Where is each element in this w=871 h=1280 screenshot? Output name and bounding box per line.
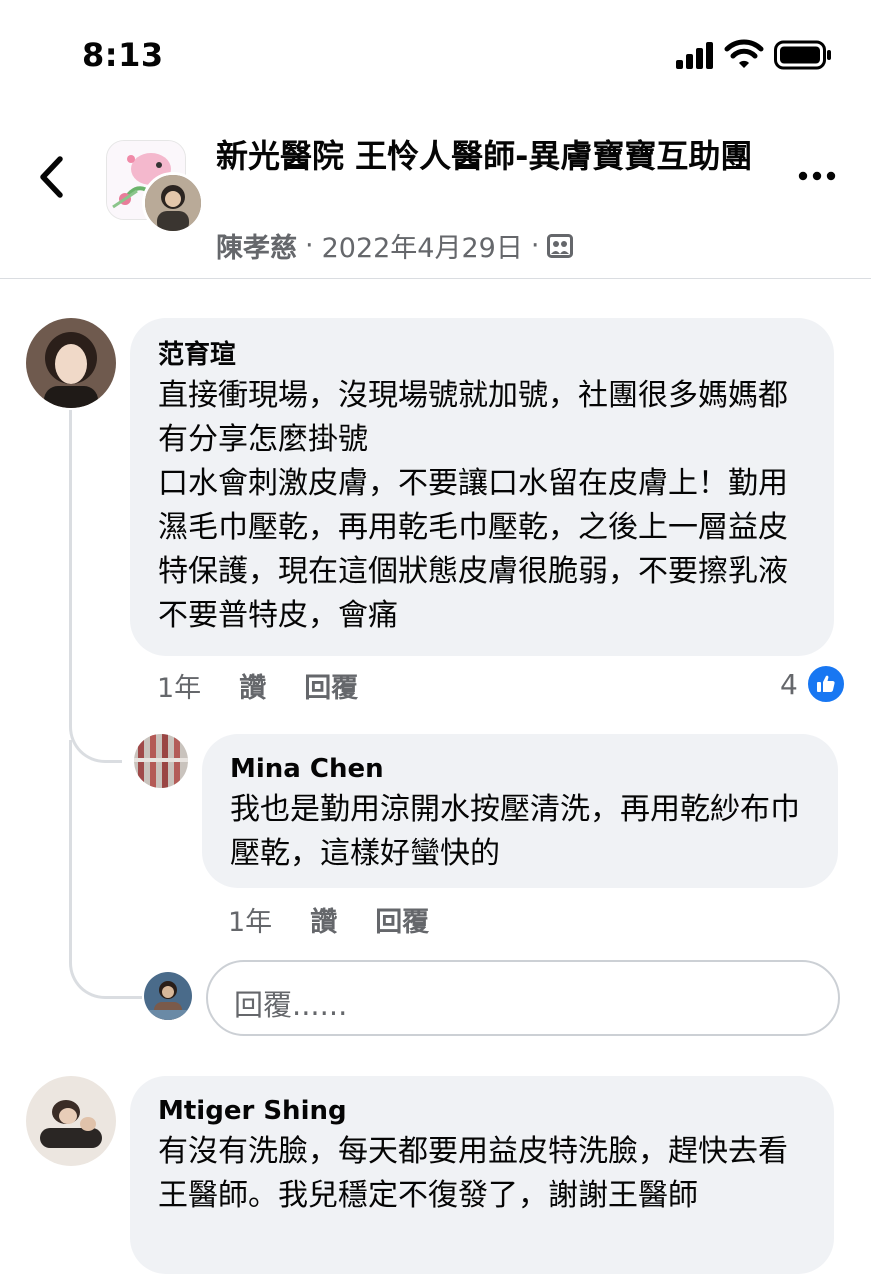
back-chevron-icon[interactable] <box>36 154 66 200</box>
signal-icon <box>676 42 713 69</box>
post-date[interactable]: 2022年4月29日 <box>322 226 523 265</box>
meta-separator-2: · <box>530 230 540 261</box>
reply-input[interactable]: 回覆...... <box>206 960 840 1036</box>
thread-connector-reply <box>69 740 142 999</box>
comment-text: 直接衝現場，沒現場號就加號，社團很多媽媽都有分享怎麼掛號 口水會刺激皮膚，不要讓… <box>158 378 788 633</box>
like-button[interactable]: 讚 <box>310 900 337 939</box>
comment-text: 有沒有洗臉，每天都要用益皮特洗臉，趕快去看王醫師。我兒穩定不復發了，謝謝王醫師 <box>158 1134 788 1213</box>
reply-button[interactable]: 回覆 <box>304 666 358 705</box>
avatar[interactable] <box>134 734 188 788</box>
like-button[interactable]: 讚 <box>239 666 266 705</box>
reply-button[interactable]: 回覆 <box>375 900 429 939</box>
wifi-icon <box>724 39 764 68</box>
post-meta: 陳孝慈 · 2022年4月29日 · <box>216 226 574 265</box>
commenter-name[interactable]: Mtiger Shing <box>158 1094 347 1128</box>
battery-icon <box>774 40 831 70</box>
status-time: 8:13 <box>82 36 164 74</box>
comment-bubble[interactable]: Mtiger Shing 有沒有洗臉，每天都要用益皮特洗臉，趕快去看王醫師。我兒… <box>130 1076 834 1274</box>
post-author[interactable]: 陳孝慈 <box>216 226 297 265</box>
current-user-avatar <box>144 972 192 1020</box>
commenter-name[interactable]: Mina Chen <box>230 752 384 786</box>
more-icon[interactable] <box>798 168 836 184</box>
like-count: 4 <box>780 667 798 701</box>
group-icon <box>547 233 574 258</box>
thread-connector <box>69 410 122 763</box>
avatar[interactable] <box>26 318 116 408</box>
group-title[interactable]: 新光醫院 王怜人醫師-異膚寶寶互助團 <box>216 134 756 178</box>
avatar[interactable] <box>26 1076 116 1166</box>
reaction-count[interactable]: 4 <box>780 664 846 704</box>
commenter-name[interactable]: 范育瑄 <box>158 338 236 372</box>
thumbs-up-icon <box>805 664 846 704</box>
poster-avatar[interactable] <box>142 172 204 234</box>
reply-actions: 1年 讚 回覆 <box>228 900 467 939</box>
header-divider <box>0 278 871 279</box>
reply-bubble[interactable]: Mina Chen 我也是勤用涼開水按壓清洗，再用乾紗布巾壓乾，這樣好蠻快的 <box>202 734 838 888</box>
comment-text: 我也是勤用涼開水按壓清洗，再用乾紗布巾壓乾，這樣好蠻快的 <box>230 792 800 871</box>
meta-separator: · <box>305 230 314 261</box>
comment-actions: 1年 讚 回覆 <box>157 666 396 705</box>
comment-time: 1年 <box>228 907 273 938</box>
comment-bubble[interactable]: 范育瑄 直接衝現場，沒現場號就加號，社團很多媽媽都有分享怎麼掛號 口水會刺激皮膚… <box>130 318 834 656</box>
comment-time: 1年 <box>157 673 202 704</box>
